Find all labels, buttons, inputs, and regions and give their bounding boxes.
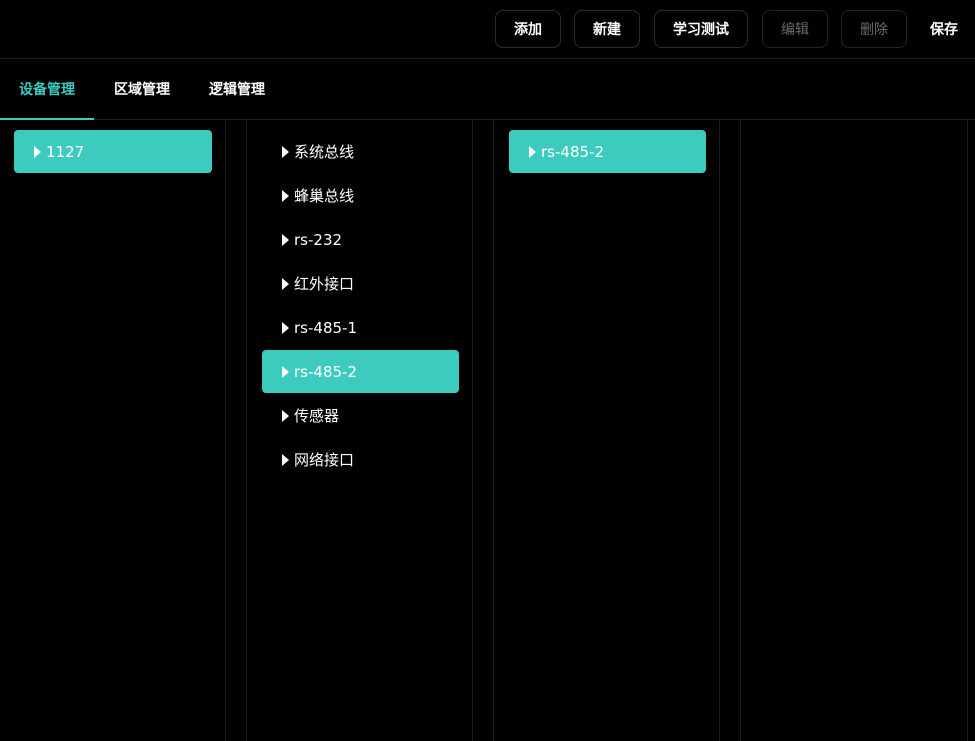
tree-node-rs485-2-detail[interactable]: rs-485-2 (509, 130, 706, 173)
tree-node-sensor[interactable]: 传感器 (262, 394, 459, 437)
tree-node-label: rs-485-1 (294, 318, 357, 337)
learn-test-button[interactable]: 学习测试 (654, 10, 748, 48)
new-button[interactable]: 新建 (574, 10, 640, 48)
tree-node-label: 系统总线 (294, 143, 355, 161)
expand-triangle-icon[interactable] (282, 189, 289, 202)
expand-triangle-icon[interactable] (34, 145, 41, 158)
expand-triangle-icon[interactable] (282, 145, 289, 158)
expand-triangle-icon[interactable] (282, 365, 289, 378)
column-3: rs-485-2 (493, 120, 720, 741)
tree-node-rs232[interactable]: rs-232 (262, 218, 459, 261)
expand-triangle-icon[interactable] (282, 233, 289, 246)
tree-node-label: rs-232 (294, 230, 343, 249)
column-4 (740, 120, 968, 741)
toolbar: 添加 新建 学习测试 编辑 删除 保存 (0, 0, 975, 59)
tree-node-rs485-1[interactable]: rs-485-1 (262, 306, 459, 349)
tree-node-infrared[interactable]: 红外接口 (262, 262, 459, 305)
tree-node-system-bus[interactable]: 系统总线 (262, 130, 459, 173)
tree-node-rs485-2[interactable]: rs-485-2 (262, 350, 459, 393)
tree-node-label: rs-485-2 (294, 362, 357, 381)
tab-logic-management[interactable]: 逻辑管理 (190, 59, 284, 119)
tab-area-management[interactable]: 区域管理 (94, 59, 190, 119)
tab-bar: 设备管理 区域管理 逻辑管理 (0, 59, 975, 120)
tree-node-label: 传感器 (294, 407, 340, 425)
tree-node-network[interactable]: 网络接口 (262, 438, 459, 481)
edit-button[interactable]: 编辑 (762, 10, 828, 48)
expand-triangle-icon[interactable] (282, 409, 289, 422)
device-manager-app: 添加 新建 学习测试 编辑 删除 保存 设备管理 区域管理 逻辑管理 1127 … (0, 0, 975, 741)
tree-node-label: rs-485-2 (541, 142, 604, 161)
tree-node-label: 红外接口 (294, 275, 355, 293)
column-1: 1127 (0, 120, 226, 741)
tab-device-management[interactable]: 设备管理 (0, 59, 94, 120)
tree-node-label: 网络接口 (294, 451, 355, 469)
delete-button[interactable]: 删除 (841, 10, 907, 48)
column-2: 系统总线 蜂巢总线 rs-232 红外接口 rs-485-1 rs-485-2 … (246, 120, 473, 741)
expand-triangle-icon[interactable] (282, 453, 289, 466)
add-button[interactable]: 添加 (495, 10, 561, 48)
expand-triangle-icon[interactable] (282, 277, 289, 290)
tree-node-1127[interactable]: 1127 (14, 130, 212, 173)
tree-node-label: 蜂巢总线 (294, 187, 355, 205)
expand-triangle-icon[interactable] (282, 321, 289, 334)
tree-node-label: 1127 (46, 142, 85, 161)
expand-triangle-icon[interactable] (529, 145, 536, 158)
save-button[interactable]: 保存 (920, 10, 968, 48)
tree-node-hive-bus[interactable]: 蜂巢总线 (262, 174, 459, 217)
